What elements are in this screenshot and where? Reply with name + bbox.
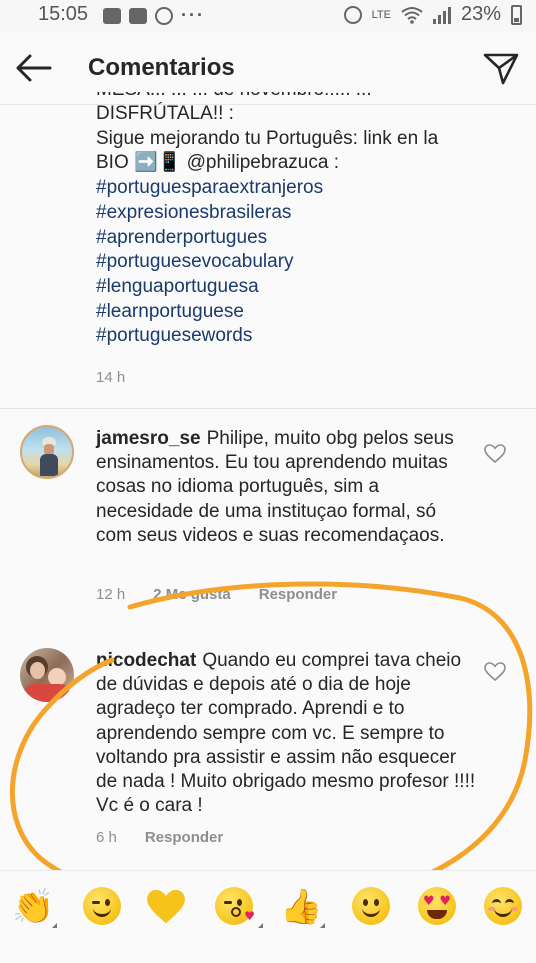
avatar[interactable] <box>20 425 74 479</box>
caption-line: BIO ➡️📱 @philipebrazuca : <box>96 152 339 174</box>
message-icon <box>103 7 121 24</box>
bottom-spacer <box>0 942 536 963</box>
caption-line: DISFRÚTALA!! : <box>96 103 234 124</box>
send-direct-icon[interactable] <box>482 52 520 86</box>
likes-count[interactable]: 2 Me gusta <box>153 586 231 603</box>
clapping-hands-icon[interactable]: 👏 <box>12 887 54 927</box>
hashtag-link[interactable]: #portuguesewords <box>96 324 506 349</box>
alarm-icon <box>343 5 362 24</box>
caption-line: Sigue mejorando tu Português: link en la <box>96 127 439 149</box>
emoji-bar: 👏 ♥ 👍 ♥ ♥ <box>0 870 536 943</box>
status-bar: 15:05 ··· LTE 23% <box>0 0 536 32</box>
comment-timestamp: 6 h <box>96 829 117 846</box>
hashtag-link[interactable]: #aprenderportugues <box>96 226 506 251</box>
caption-timestamp: 14 h <box>96 369 126 386</box>
like-heart-icon[interactable] <box>484 662 506 682</box>
yellow-heart-icon[interactable] <box>145 889 187 925</box>
caption-cut-line: MESA... ... ... de novembro!!... ... <box>96 92 506 102</box>
page-title: Comentarios <box>88 54 235 81</box>
more-notifications-icon: ··· <box>181 5 205 25</box>
post-caption: MESA... ... ... de novembro!!... ... DIS… <box>96 92 506 362</box>
comment-username[interactable]: jamesro_se <box>96 428 201 449</box>
comment-username[interactable]: nicodechat <box>96 650 196 671</box>
wifi-icon <box>401 6 423 24</box>
comment-timestamp: 12 h <box>96 586 126 603</box>
battery-percent: 23% <box>460 3 501 25</box>
comment-meta: 6 h Responder <box>96 829 223 846</box>
divider <box>0 408 536 409</box>
comment-text: nicodechat Quando eu comprei tava cheio d… <box>96 649 476 818</box>
hashtag-link[interactable]: #expresionesbrasileras <box>96 201 506 226</box>
instagram-icon <box>155 6 173 25</box>
reply-button[interactable]: Responder <box>145 829 223 846</box>
reply-button[interactable]: Responder <box>259 586 337 603</box>
hashtag-link[interactable]: #lenguaportuguesa <box>96 275 506 300</box>
battery-icon <box>511 4 522 25</box>
comment-text: jamesro_se Philipe, muito obg pelos seus … <box>96 427 476 548</box>
signal-icon <box>432 6 451 24</box>
face-blowing-kiss-icon[interactable]: ♥ <box>215 887 255 925</box>
avatar[interactable] <box>20 648 74 702</box>
comment-body: Quando eu comprei tava cheio de dúvidas … <box>96 650 476 817</box>
hashtag-link[interactable]: #learnportuguese <box>96 300 506 325</box>
status-time: 15:05 <box>38 3 89 25</box>
hashtag-link[interactable]: #portuguesevocabulary <box>96 250 506 275</box>
like-heart-icon[interactable] <box>484 444 506 464</box>
slightly-smiling-face-icon[interactable] <box>352 887 390 925</box>
hashtag-link[interactable]: #portuguesparaextranjeros <box>96 176 506 201</box>
heart-eyes-face-icon[interactable]: ♥ ♥ <box>418 887 456 925</box>
gallery-icon <box>129 7 147 24</box>
thumbs-up-icon[interactable]: 👍 <box>280 887 322 927</box>
smiling-face-with-smiling-eyes-icon[interactable] <box>484 887 522 925</box>
back-arrow-icon[interactable] <box>14 52 54 84</box>
comment-meta: 12 h 2 Me gusta Responder <box>96 586 337 603</box>
winking-face-icon[interactable] <box>83 887 121 925</box>
network-label: LTE <box>371 8 391 21</box>
